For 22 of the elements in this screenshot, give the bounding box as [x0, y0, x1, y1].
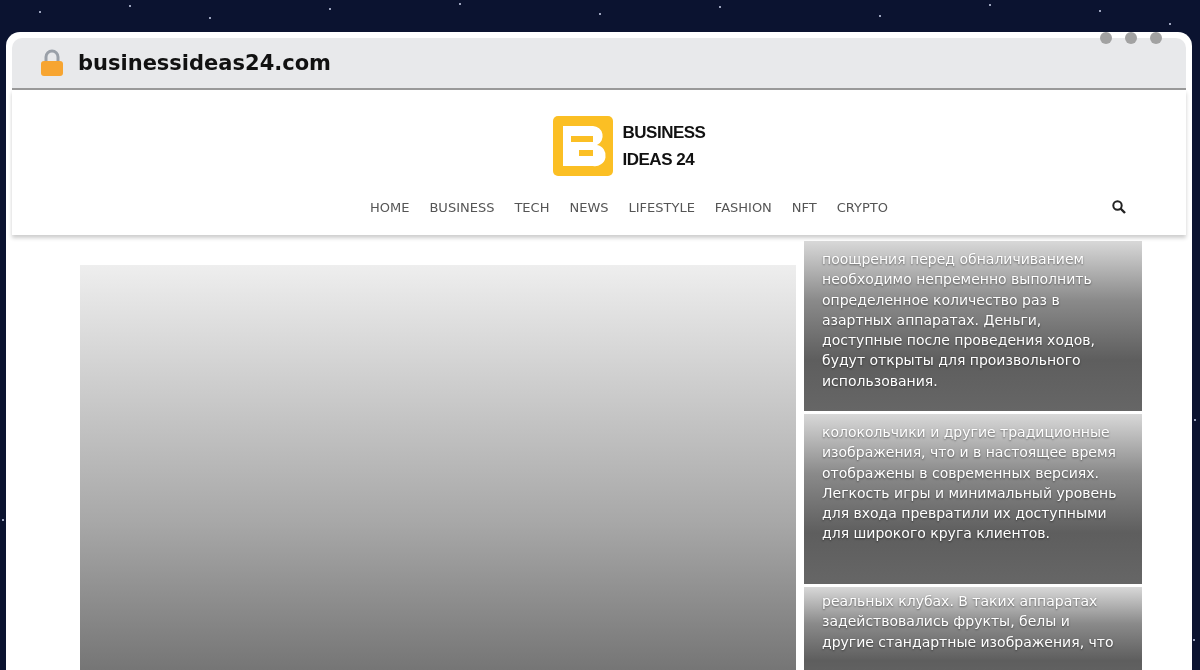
window-dot-icon[interactable] [1125, 32, 1137, 44]
url-text: businessideas24.com [78, 51, 331, 75]
window-dot-icon[interactable] [1150, 32, 1162, 44]
logo-icon[interactable] [552, 116, 613, 176]
article-card[interactable] [804, 414, 1142, 584]
nav-link[interactable]: NFT [791, 200, 817, 215]
logo-text[interactable]: BUSINESS IDEAS 24 [622, 118, 706, 174]
window-dot-icon[interactable] [1100, 32, 1112, 44]
article-excerpt: поощрения перед обналичиванием необходимо непременно выполнить определенное количество раз в азартных аппаратах. Деньги, доступные после проведения ходов, будут открыты для произвольного использования. [822, 250, 1096, 391]
article-card[interactable]: реальных клубах. В таких аппаратах задействовались фрукты, белы и другие стандартные изображения, что [804, 587, 1142, 670]
article-excerpt: реальных клубах. В таких аппаратах задействовались фрукты, белы и другие стандартные изображения, что [822, 592, 1115, 652]
nav-link[interactable]: TECH [514, 200, 550, 215]
padlock-icon [40, 49, 64, 77]
nav-link[interactable]: CRYPTO [836, 200, 888, 215]
nav-link[interactable]: BUSINESS [429, 200, 495, 215]
search-icon[interactable] [1112, 200, 1126, 214]
nav-link[interactable]: FASHION [714, 200, 772, 215]
article-card[interactable] [804, 241, 1142, 411]
nav-link[interactable]: HOME [370, 200, 410, 215]
article-excerpt: колокольчики и другие традиционные изображения, что и в настоящее время отображены в современных версиях. Легкость игры и минимальный уровень для входа превратили их доступными для широкого круга клиентов. [822, 423, 1118, 544]
nav-link[interactable]: LIFESTYLE [628, 200, 695, 215]
nav-link[interactable]: NEWS [569, 200, 609, 215]
